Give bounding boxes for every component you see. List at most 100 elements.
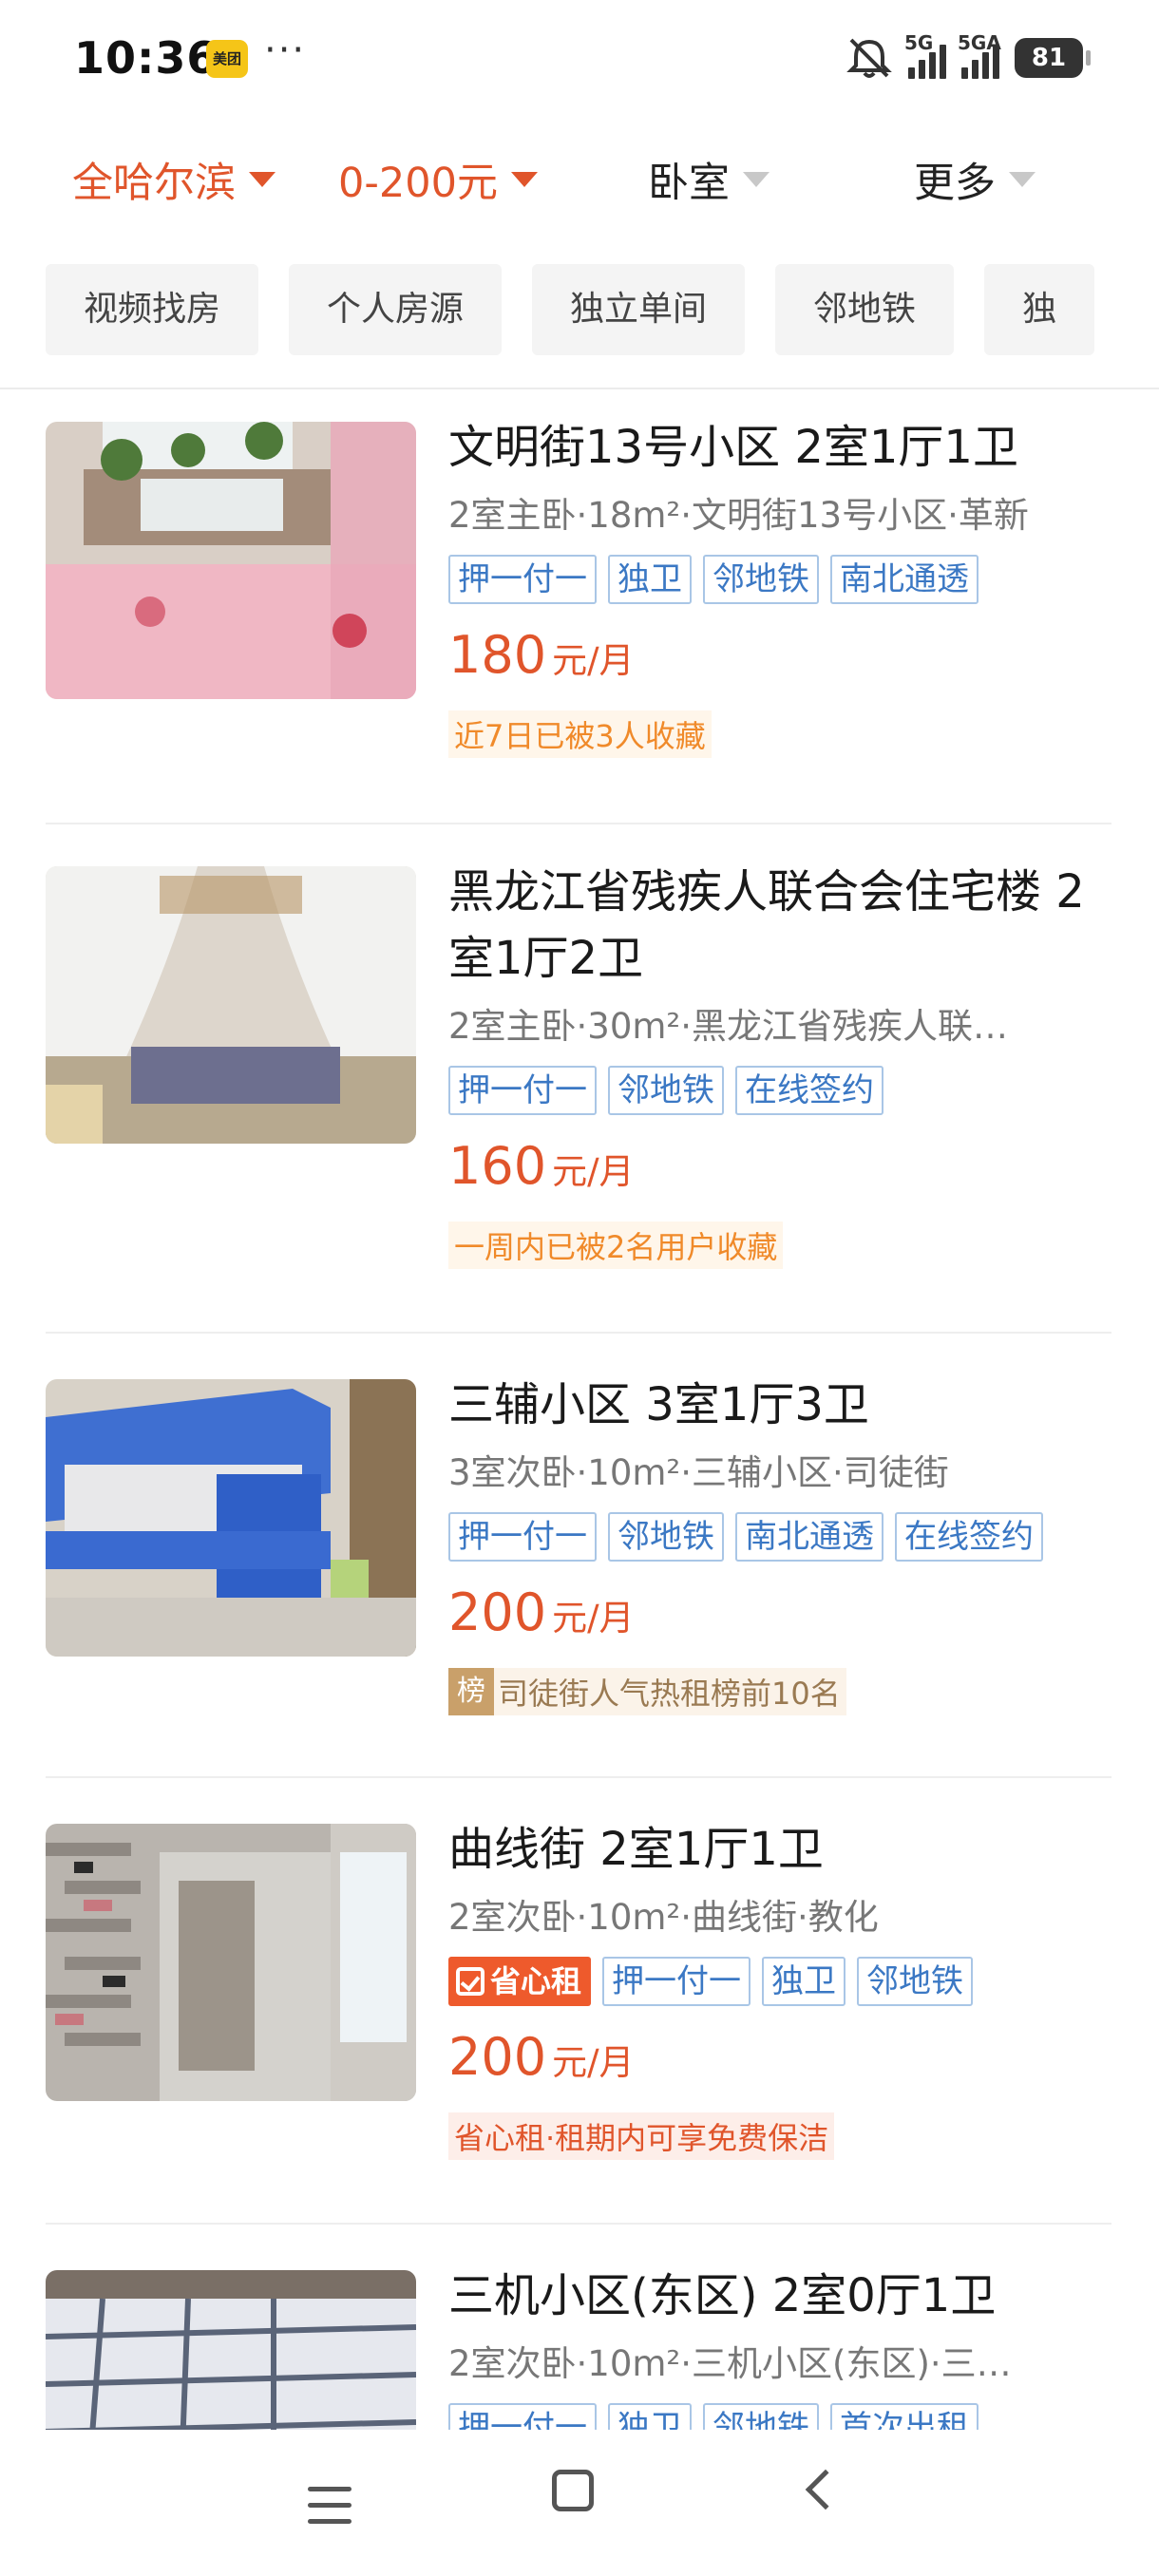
listing-card[interactable]: 文明街13号小区 2室1厅1卫 2室主卧·18m²·文明街13号小区·革新 押一…: [46, 421, 1112, 824]
listing-tags: 省心租 押一付一 独卫 邻地铁: [448, 1957, 1113, 2008]
meituan-app-icon: 美团: [206, 40, 248, 78]
listing-desc: 2室主卧·18m²·文明街13号小区·革新: [448, 495, 1029, 536]
caret-down-icon: [1009, 172, 1036, 187]
recent-apps-icon[interactable]: [296, 2462, 363, 2548]
signal-5ga-icon: 5GA: [958, 31, 1001, 79]
tag: 押一付一: [448, 1512, 597, 1562]
listing-photo: [46, 866, 416, 1144]
rank-badge-icon: 榜: [448, 1668, 494, 1715]
listing-photo: [46, 1824, 416, 2101]
listing-title: 三机小区(东区) 2室0厅1卫: [448, 2269, 997, 2322]
status-bar: 10:36 美团 ··· 5G 5GA 81: [0, 0, 1159, 114]
tag: 南北通透: [830, 555, 978, 604]
listing-tags: 押一付一 邻地铁 在线签约: [448, 1066, 1113, 1117]
signal-5g-icon: 5G: [904, 31, 946, 79]
listing-card[interactable]: 黑龙江省残疾人联合会住宅楼 2室1厅2卫 2室主卧·30m²·黑龙江省残疾人联……: [46, 865, 1112, 1334]
listing-title: 曲线街 2室1厅1卫: [448, 1823, 824, 1876]
listing-desc: 2室次卧·10m²·三机小区(东区)·三…: [448, 2343, 1012, 2384]
price-value: 180: [448, 625, 547, 685]
price-unit: 元/月: [552, 1598, 635, 1638]
tag: 独卫: [762, 1957, 846, 2006]
price-value: 200: [448, 2027, 547, 2087]
listing-tags: 押一付一 独卫 邻地铁 南北通透: [448, 555, 1113, 606]
home-icon[interactable]: [540, 2462, 606, 2548]
listing-price: 160 元/月: [448, 1136, 1113, 1204]
chip-near-subway[interactable]: 邻地铁: [775, 264, 955, 355]
status-time: 10:36: [74, 32, 218, 84]
rank-note: 榜 司徒街人气热租榜前10名: [448, 1668, 846, 1715]
status-icons: 5G 5GA 81: [846, 31, 1091, 84]
tag: 邻地铁: [703, 555, 819, 604]
tag: 邻地铁: [608, 1066, 724, 1115]
quick-filter-chips: 视频找房 个人房源 独立单间 邻地铁 独: [46, 264, 1159, 355]
listing-desc: 3室次卧·10m²·三辅小区·司徒街: [448, 1452, 949, 1493]
listing-price: 200 元/月: [448, 2027, 1113, 2095]
divider: [0, 388, 1159, 389]
tag: 独卫: [608, 555, 692, 604]
tag: 押一付一: [602, 1957, 751, 2006]
check-badge-icon: [456, 1967, 484, 1996]
listing-info: 三辅小区 3室1厅3卫 3室次卧·10m²·三辅小区·司徒街 押一付一 邻地铁 …: [448, 1372, 1113, 1715]
back-icon[interactable]: [788, 2462, 855, 2548]
listing-info: 黑龙江省残疾人联合会住宅楼 2室1厅2卫 2室主卧·30m²·黑龙江省残疾人联……: [448, 859, 1113, 1269]
caret-down-icon: [249, 172, 276, 187]
filter-city-label: 全哈尔滨: [72, 160, 236, 207]
filter-room-label: 卧室: [648, 160, 730, 207]
tag: 邻地铁: [857, 1957, 974, 2006]
signal-5ga-label: 5GA: [958, 31, 1001, 54]
filter-more-label: 更多: [914, 160, 996, 207]
listing-photo: [46, 422, 416, 699]
filter-bar: 全哈尔滨 0-200元 卧室 更多: [0, 133, 1159, 228]
price-unit: 元/月: [552, 640, 635, 681]
tag: 在线签约: [895, 1512, 1043, 1562]
tag: 押一付一: [448, 1066, 597, 1115]
tag: 邻地铁: [608, 1512, 724, 1562]
brand-tag-label: 省心租: [490, 1963, 582, 1999]
brand-tag: 省心租: [448, 1957, 592, 2006]
price-unit: 元/月: [552, 1151, 635, 1192]
chip-single-room[interactable]: 独立单间: [532, 264, 746, 355]
price-value: 200: [448, 1582, 547, 1642]
listing-photo: [46, 1379, 416, 1657]
listing-title: 黑龙江省残疾人联合会住宅楼 2室1厅2卫: [448, 865, 1085, 985]
caret-down-icon: [510, 172, 538, 187]
price-value: 160: [448, 1136, 547, 1196]
divider: [46, 1776, 1112, 1778]
listing-price: 180 元/月: [448, 625, 1113, 693]
listing-info: 三机小区(东区) 2室0厅1卫 2室次卧·10m²·三机小区(东区)·三… 押一…: [448, 2263, 1113, 2454]
chip-video[interactable]: 视频找房: [46, 264, 259, 355]
listing-desc: 2室主卧·30m²·黑龙江省残疾人联…: [448, 1006, 1009, 1047]
filter-city[interactable]: 全哈尔滨: [72, 150, 276, 209]
chip-partial[interactable]: 独: [984, 264, 1095, 355]
favorite-note: 一周内已被2名用户收藏: [448, 1222, 784, 1269]
tag: 押一付一: [448, 555, 597, 604]
divider: [46, 823, 1112, 824]
chip-personal[interactable]: 个人房源: [289, 264, 503, 355]
listing-price: 200 元/月: [448, 1582, 1113, 1651]
filter-room[interactable]: 卧室: [648, 150, 770, 209]
rank-text: 司徒街人气热租榜前10名: [498, 1676, 841, 1712]
filter-price[interactable]: 0-200元: [338, 150, 538, 209]
listing-info: 曲线街 2室1厅1卫 2室次卧·10m²·曲线街·教化 省心租 押一付一 独卫 …: [448, 1816, 1113, 2160]
favorite-note: 近7日已被3人收藏: [448, 710, 712, 758]
listing-tags: 押一付一 邻地铁 南北通透 在线签约: [448, 1512, 1113, 1563]
tag: 南北通透: [735, 1512, 884, 1562]
divider: [46, 2223, 1112, 2225]
listing-card[interactable]: 曲线街 2室1厅1卫 2室次卧·10m²·曲线街·教化 省心租 押一付一 独卫 …: [46, 1823, 1112, 2225]
divider: [46, 1332, 1112, 1334]
tag: 在线签约: [735, 1066, 884, 1115]
more-notifications-icon: ···: [264, 28, 307, 72]
filter-price-label: 0-200元: [338, 160, 498, 207]
listing-title: 三辅小区 3室1厅3卫: [448, 1378, 869, 1431]
mute-icon: [846, 38, 892, 78]
filter-more[interactable]: 更多: [914, 150, 1036, 209]
listing-info: 文明街13号小区 2室1厅1卫 2室主卧·18m²·文明街13号小区·革新 押一…: [448, 414, 1113, 758]
caret-down-icon: [743, 172, 770, 187]
listing-title: 文明街13号小区 2室1厅1卫: [448, 421, 1018, 474]
battery-icon: 81: [1015, 38, 1091, 78]
listing-desc: 2室次卧·10m²·曲线街·教化: [448, 1897, 879, 1938]
listing-card[interactable]: 三辅小区 3室1厅3卫 3室次卧·10m²·三辅小区·司徒街 押一付一 邻地铁 …: [46, 1378, 1112, 1778]
price-unit: 元/月: [552, 2042, 635, 2083]
signal-5g-label: 5G: [904, 31, 934, 54]
service-note: 省心租·租期内可享免费保洁: [448, 2112, 835, 2160]
